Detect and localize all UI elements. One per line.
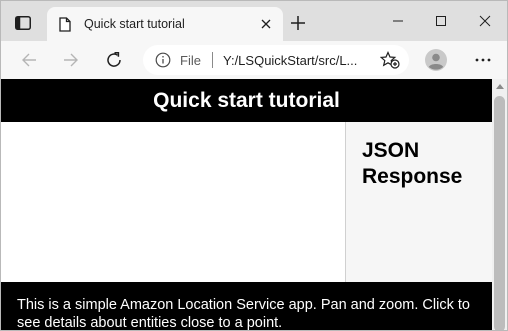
page-icon bbox=[59, 17, 71, 32]
active-tab[interactable]: Quick start tutorial bbox=[47, 7, 283, 41]
new-tab-button[interactable] bbox=[287, 12, 309, 34]
plus-icon bbox=[291, 16, 305, 30]
profile-icon[interactable] bbox=[425, 49, 447, 71]
tab-strip: Quick start tutorial bbox=[1, 1, 507, 41]
map-area[interactable] bbox=[1, 122, 345, 282]
scroll-up-button[interactable] bbox=[492, 79, 507, 94]
address-separator bbox=[212, 52, 213, 68]
close-icon bbox=[479, 15, 491, 27]
page-viewport: Quick start tutorial JSON Response This … bbox=[1, 79, 492, 330]
json-response-panel: JSON Response bbox=[345, 122, 492, 282]
browser-toolbar: File Y:/LSQuickStart/src/L... bbox=[1, 41, 507, 79]
window-close-button[interactable] bbox=[471, 8, 499, 34]
minimize-icon bbox=[393, 20, 403, 22]
tab-title: Quick start tutorial bbox=[84, 17, 185, 31]
tab-actions-icon bbox=[15, 16, 31, 30]
scrollbar-thumb[interactable] bbox=[494, 96, 505, 330]
reload-button[interactable] bbox=[100, 46, 128, 74]
more-icon bbox=[475, 58, 491, 62]
maximize-button[interactable] bbox=[427, 8, 455, 34]
reload-icon bbox=[107, 52, 121, 67]
url-scheme-label: File bbox=[180, 53, 201, 68]
page-footer-description: This is a simple Amazon Location Service… bbox=[1, 282, 492, 330]
page-title: Quick start tutorial bbox=[1, 79, 492, 122]
close-icon bbox=[261, 19, 271, 29]
maximize-icon bbox=[436, 16, 446, 26]
chevron-up-icon bbox=[495, 84, 504, 89]
minimize-button[interactable] bbox=[384, 8, 412, 34]
vertical-scrollbar[interactable] bbox=[492, 79, 507, 330]
back-arrow-icon bbox=[22, 53, 36, 67]
forward-arrow-icon bbox=[64, 53, 78, 67]
favorites-add-icon[interactable] bbox=[380, 51, 400, 69]
back-button[interactable] bbox=[15, 46, 43, 74]
more-button[interactable] bbox=[471, 49, 495, 71]
json-panel-title: JSON Response bbox=[362, 139, 463, 188]
url-text[interactable]: Y:/LSQuickStart/src/L... bbox=[223, 53, 357, 68]
info-icon[interactable] bbox=[155, 52, 171, 68]
forward-button[interactable] bbox=[57, 46, 85, 74]
tab-close-button[interactable] bbox=[258, 16, 274, 32]
address-bar[interactable]: File Y:/LSQuickStart/src/L... bbox=[143, 45, 409, 75]
browser-window: Quick start tutorial File Y:/LSQuickStar… bbox=[0, 0, 508, 331]
tab-actions-button[interactable] bbox=[9, 9, 37, 37]
